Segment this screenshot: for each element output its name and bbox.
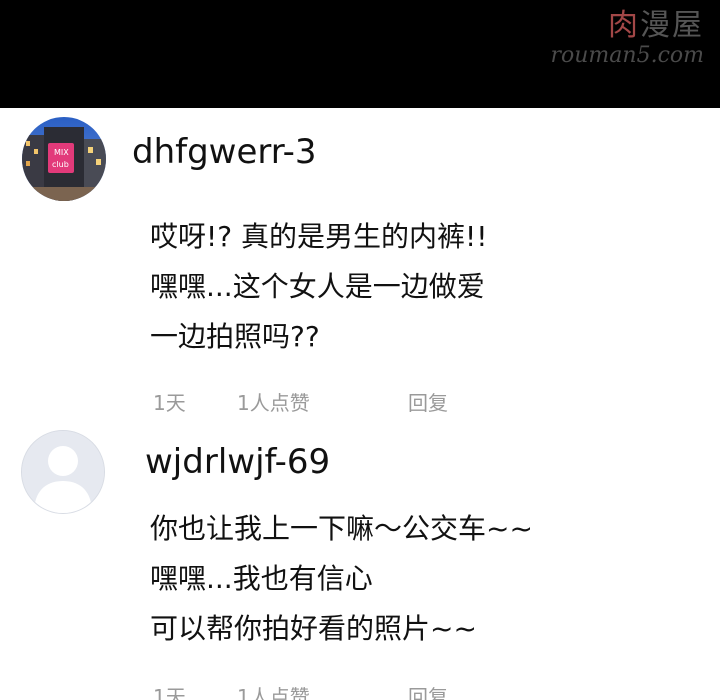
reply-button[interactable]: 回复	[408, 388, 448, 418]
watermark-url: rouman5.com	[550, 43, 705, 68]
nightclub-photo-avatar-icon[interactable]: MIX club	[22, 117, 106, 201]
comment-username[interactable]: dhfgwerr-3	[132, 132, 317, 172]
comment-text-line: 哎呀!? 真的是男生的内裤!!	[150, 220, 488, 253]
comment-text-line: 可以帮你拍好看的照片~~	[150, 612, 477, 645]
comment-text: 哎呀!? 真的是男生的内裤!! 嘿嘿...这个女人是一边做爱 一边拍照吗??	[150, 212, 487, 362]
site-watermark: 肉漫屋 rouman5.com	[551, 8, 705, 68]
comment-meta: 1天 1人点赞 回复	[0, 388, 720, 418]
comment-meta: 1天 1人点赞 回复	[0, 682, 720, 700]
comment-page: 肉漫屋 rouman5.com MIX club dhfgwerr-3 哎呀!?…	[0, 0, 720, 700]
watermark-site-name: 肉漫屋	[608, 8, 704, 43]
comment-text-line: 嘿嘿...这个女人是一边做爱	[150, 270, 485, 303]
comment-time: 1天	[153, 685, 186, 700]
default-user-avatar-icon[interactable]	[21, 430, 105, 514]
comment-text-line: 你也让我上一下嘛～公交车~~	[150, 512, 533, 545]
top-banner: 肉漫屋 rouman5.com	[0, 0, 720, 108]
like-count-button[interactable]: 1人点赞	[237, 682, 310, 700]
reply-button[interactable]: 回复	[408, 682, 448, 700]
svg-text:club: club	[52, 160, 69, 169]
comment-text-line: 一边拍照吗??	[150, 320, 320, 353]
comment-text-line: 嘿嘿...我也有信心	[150, 562, 373, 595]
comment-username[interactable]: wjdrlwjf-69	[145, 442, 330, 482]
svg-text:MIX: MIX	[54, 148, 69, 157]
like-count-button[interactable]: 1人点赞	[237, 388, 310, 418]
comment-text: 你也让我上一下嘛～公交车~~ 嘿嘿...我也有信心 可以帮你拍好看的照片~~	[150, 504, 533, 654]
comment-time: 1天	[153, 391, 186, 415]
